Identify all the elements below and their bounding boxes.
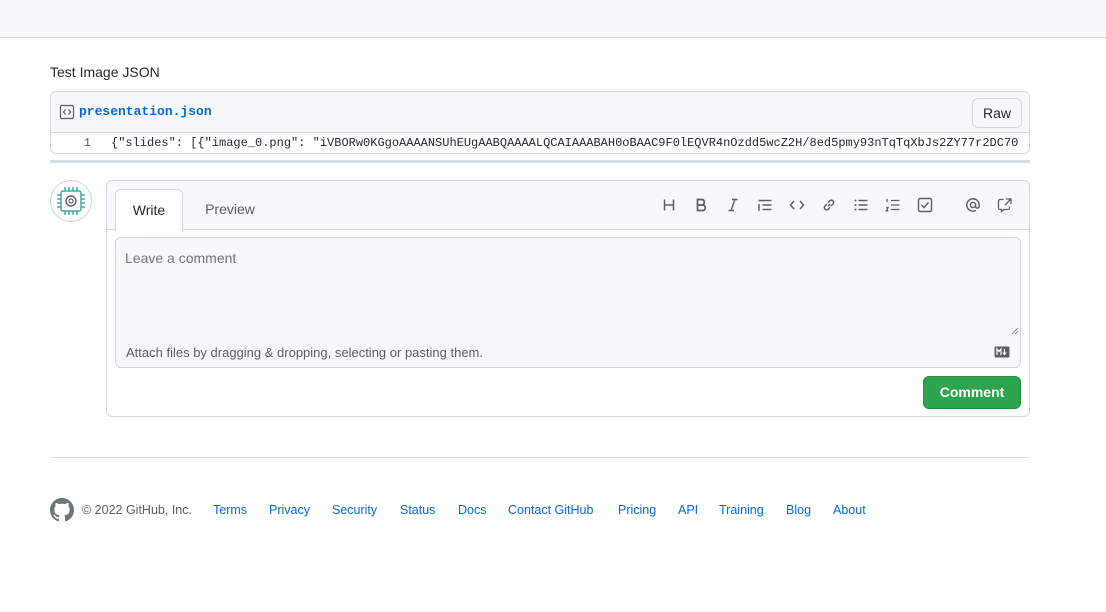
comment-tabs-bar: Write Preview [107,181,1029,231]
footer-divider [50,457,1030,458]
footer-link-pricing[interactable]: Pricing [618,503,656,517]
footer-link-about[interactable]: About [833,503,866,517]
code-line: 1 {"slides": [{"image_0.png": "iVBORw0KG… [51,133,1029,153]
footer-link-privacy[interactable]: Privacy [269,503,310,517]
tab-preview[interactable]: Preview [195,189,265,229]
footer-link-contact[interactable]: Contact GitHub [508,503,593,517]
footer-link-docs[interactable]: Docs [458,503,486,517]
bold-icon[interactable] [693,197,709,213]
footer-link-terms[interactable]: Terms [213,503,247,517]
avatar [50,180,92,222]
bulleted-list-icon[interactable] [853,197,869,213]
attach-files-bar[interactable]: Attach files by dragging & dropping, sel… [115,336,1021,368]
raw-button[interactable]: Raw [972,98,1022,128]
comment-submit-button[interactable]: Comment [923,376,1021,409]
attach-files-text: Attach files by dragging & dropping, sel… [126,345,483,360]
resize-grip-icon[interactable] [1011,327,1019,335]
code-icon[interactable] [789,197,805,213]
file-code-icon [59,104,75,120]
link-icon[interactable] [821,197,837,213]
line-number[interactable]: 1 [51,136,91,150]
tab-write[interactable]: Write [115,189,183,231]
file-viewer: presentation.json Raw 1 {"slides": [{"im… [50,91,1030,154]
top-header-bar [0,0,1106,38]
comment-form: Write Preview Leave a comment Attach fil… [106,180,1030,417]
horizontal-scrollbar[interactable] [50,160,1030,163]
reference-icon[interactable] [997,197,1013,213]
copyright-text: © 2022 GitHub, Inc. [82,503,192,517]
footer-link-blog[interactable]: Blog [786,503,811,517]
footer-link-training[interactable]: Training [719,503,764,517]
chip-gear-icon [57,187,85,215]
footer-link-status[interactable]: Status [400,503,435,517]
italic-icon[interactable] [725,197,741,213]
section-title: Test Image JSON [50,64,160,80]
footer-link-security[interactable]: Security [332,503,377,517]
markdown-icon[interactable] [994,346,1010,358]
comment-textarea[interactable]: Leave a comment [115,237,1021,337]
github-logo-icon[interactable] [50,498,74,522]
heading-icon[interactable] [661,197,677,213]
quote-icon[interactable] [757,197,773,213]
comment-placeholder: Leave a comment [125,250,237,266]
footer-link-api[interactable]: API [678,503,698,517]
file-header: presentation.json Raw [51,92,1029,133]
numbered-list-icon[interactable] [885,197,901,213]
task-list-icon[interactable] [917,197,933,213]
file-name-link[interactable]: presentation.json [79,104,212,119]
mention-icon[interactable] [965,197,981,213]
line-code: {"slides": [{"image_0.png": "iVBORw0KGgo… [111,136,1019,150]
